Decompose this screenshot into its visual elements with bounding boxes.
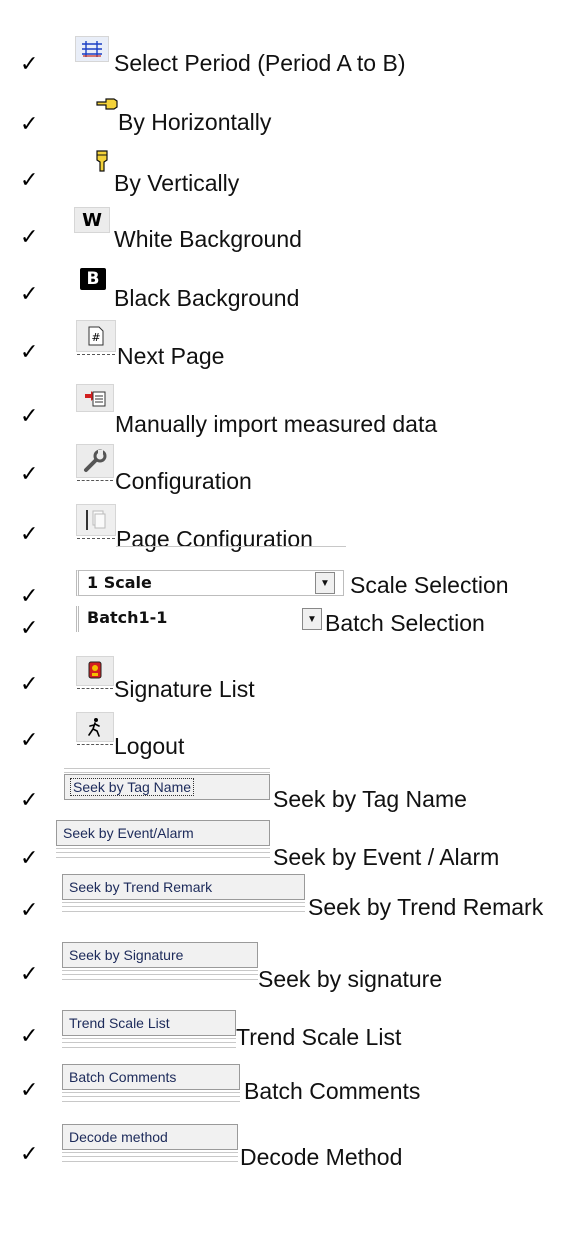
check-mark: ✓ <box>20 1078 39 1103</box>
item-label: Batch Comments <box>244 1078 421 1104</box>
check-mark: ✓ <box>20 462 39 487</box>
check-mark: ✓ <box>20 168 39 193</box>
list-item: ✓ # Next Page <box>0 320 581 380</box>
list-item: ✓ Page Configuration <box>0 502 581 562</box>
check-mark: ✓ <box>20 340 39 365</box>
list-item: ✓ Seek by Tag Name Seek by Tag Name <box>0 766 581 826</box>
check-mark: ✓ <box>20 1142 39 1167</box>
list-item: ✓ Logout <box>0 708 581 768</box>
check-mark: ✓ <box>20 52 39 77</box>
check-mark: ✓ <box>20 962 39 987</box>
list-item: ✓ Seek by Trend Remark Seek by Trend Rem… <box>0 870 581 930</box>
batch-comments-button[interactable]: Batch Comments <box>62 1064 240 1090</box>
seek-by-event-alarm-button[interactable]: Seek by Event/Alarm <box>56 820 270 846</box>
b-letter-icon[interactable]: B <box>80 268 106 290</box>
item-label: By Vertically <box>114 170 240 196</box>
check-mark: ✓ <box>20 728 39 753</box>
check-mark: ✓ <box>20 112 39 137</box>
page-hash-icon[interactable]: # <box>76 320 116 355</box>
list-item: ✓ B Black Background <box>0 262 581 322</box>
check-mark: ✓ <box>20 282 39 307</box>
check-mark: ✓ <box>20 1024 39 1049</box>
trend-scale-list-button[interactable]: Trend Scale List <box>62 1010 236 1036</box>
item-label: Select Period (Period A to B) <box>114 50 406 76</box>
list-item: ✓ Configuration <box>0 442 581 502</box>
list-item: ✓ Decode method Decode Method <box>0 1124 581 1184</box>
list-item: ✓ Select Period (Period A to B) <box>0 32 581 92</box>
list-item: ✓ Manually import measured data <box>0 384 581 444</box>
batch-select[interactable]: Batch1-1 <box>76 606 328 632</box>
scale-select[interactable]: 1 Scale <box>76 570 344 596</box>
item-label: Seek by Trend Remark <box>308 894 544 920</box>
import-data-icon[interactable] <box>76 384 114 412</box>
list-item: ✓ Trend Scale List Trend Scale List <box>0 1010 581 1070</box>
item-label: Black Background <box>114 285 300 311</box>
list-item: ✓ By Vertically <box>0 148 581 208</box>
item-label: Seek by Event / Alarm <box>273 844 500 870</box>
item-label: By Horizontally <box>118 109 272 135</box>
check-mark: ✓ <box>20 522 39 547</box>
w-letter-icon[interactable]: W <box>74 207 110 233</box>
svg-text:#: # <box>91 331 100 344</box>
check-mark: ✓ <box>20 898 39 923</box>
check-mark: ✓ <box>20 616 39 641</box>
check-mark: ✓ <box>20 788 39 813</box>
signature-badge-icon[interactable] <box>76 656 114 689</box>
grid-icon[interactable] <box>75 36 109 62</box>
list-item: ✓ Seek by Signature Seek by signature <box>0 942 581 1002</box>
item-label: Batch Selection <box>325 610 485 636</box>
item-label: Decode Method <box>240 1144 403 1170</box>
pages-icon[interactable] <box>76 504 116 539</box>
list-item: ✓ By Horizontally <box>0 92 581 152</box>
check-mark: ✓ <box>20 846 39 871</box>
wrench-icon[interactable] <box>76 444 114 481</box>
list-item: ✓ Batch Comments Batch Comments <box>0 1062 581 1122</box>
decode-method-button[interactable]: Decode method <box>62 1124 238 1150</box>
check-mark: ✓ <box>20 672 39 697</box>
item-label: White Background <box>114 226 302 252</box>
item-label: Scale Selection <box>350 572 509 598</box>
list-item: ✓ W White Background <box>0 205 581 265</box>
seek-by-tag-name-button[interactable]: Seek by Tag Name <box>64 774 270 800</box>
item-label: Next Page <box>117 343 225 369</box>
item-label: Manually import measured data <box>115 411 438 437</box>
item-label: Signature List <box>114 676 255 702</box>
hand-pointing-down-icon[interactable] <box>94 150 110 172</box>
list-item: ✓ Signature List <box>0 652 581 712</box>
running-man-icon[interactable] <box>76 712 114 745</box>
item-label: Seek by signature <box>258 966 443 992</box>
check-mark: ✓ <box>20 404 39 429</box>
chevron-down-icon[interactable]: ▼ <box>315 572 335 594</box>
check-mark: ✓ <box>20 225 39 250</box>
item-label: Logout <box>114 733 185 759</box>
item-label: Seek by Tag Name <box>273 786 467 812</box>
chevron-down-icon[interactable]: ▼ <box>302 608 322 630</box>
list-item: ✓ Seek by Event/Alarm Seek by Event / Al… <box>0 818 581 878</box>
item-label: Configuration <box>115 468 252 494</box>
hand-pointing-left-icon[interactable] <box>96 96 118 110</box>
seek-by-signature-button[interactable]: Seek by Signature <box>62 942 258 968</box>
item-label: Trend Scale List <box>236 1024 402 1050</box>
seek-by-trend-remark-button[interactable]: Seek by Trend Remark <box>62 874 305 900</box>
item-label: Page Configuration <box>116 526 313 552</box>
